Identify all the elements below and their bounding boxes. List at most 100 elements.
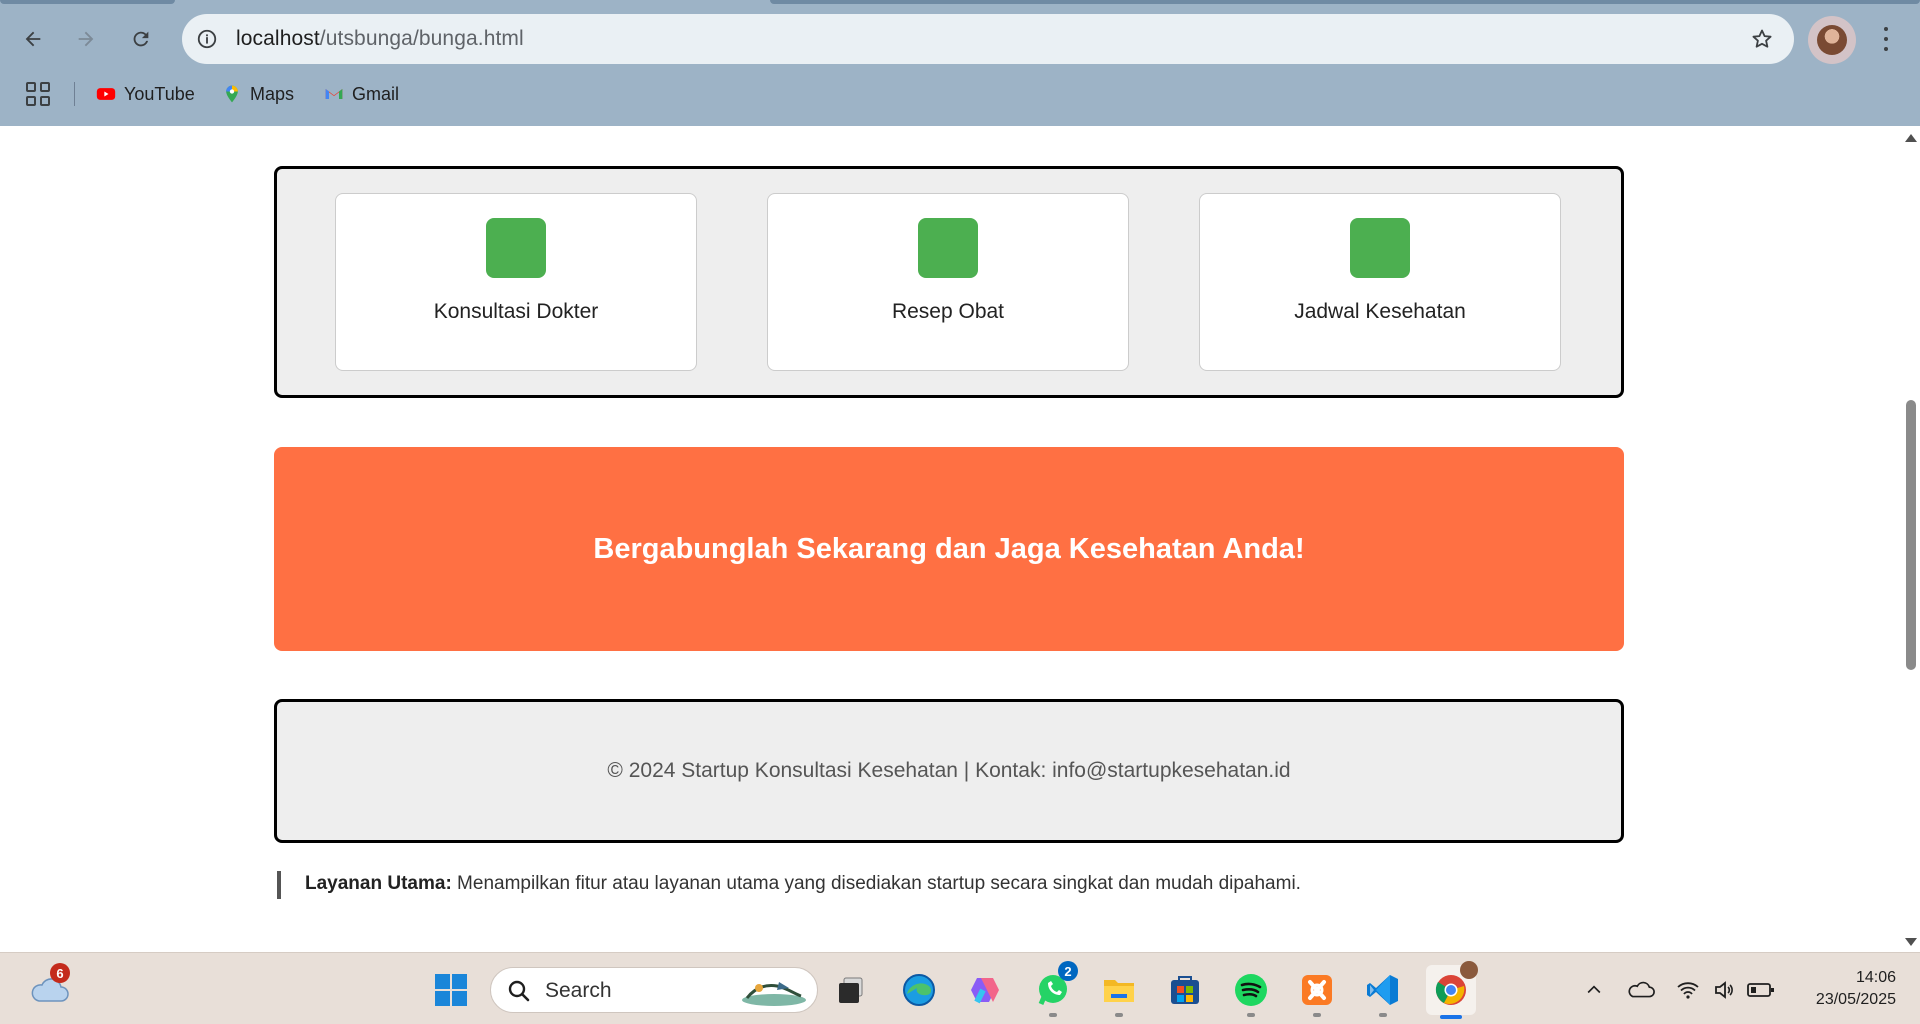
- page-footer: © 2024 Startup Konsultasi Kesehatan | Ko…: [274, 699, 1624, 843]
- start-button[interactable]: [428, 967, 474, 1013]
- taskbar-xampp[interactable]: [1294, 967, 1340, 1017]
- taskbar-spotify[interactable]: [1228, 967, 1274, 1017]
- taskbar-copilot[interactable]: [962, 967, 1008, 1013]
- weather-widget[interactable]: 6: [26, 963, 72, 1013]
- whatsapp-badge: 2: [1058, 961, 1078, 981]
- system-clock[interactable]: 14:06 23/05/2025: [1796, 967, 1896, 1011]
- taskbar-edge[interactable]: [896, 967, 942, 1013]
- forward-button[interactable]: [67, 20, 105, 58]
- page-scrollbar[interactable]: [1902, 126, 1920, 952]
- running-indicator: [1049, 1013, 1057, 1017]
- apps-grid-icon[interactable]: [26, 82, 50, 106]
- task-view-icon: [839, 977, 863, 1003]
- description-note: Layanan Utama: Menampilkan fitur atau la…: [277, 871, 1301, 899]
- call-to-action-banner: Bergabunglah Sekarang dan Jaga Kesehatan…: [274, 447, 1624, 651]
- feature-label: Konsultasi Dokter: [433, 300, 599, 323]
- browser-menu-icon[interactable]: [1874, 24, 1898, 54]
- vscode-icon: [1367, 975, 1398, 1005]
- bookmarks-bar: YouTube Maps Gmail: [0, 78, 1920, 110]
- taskbar-file-explorer[interactable]: [1096, 967, 1142, 1017]
- taskbar-task-view[interactable]: [828, 967, 874, 1013]
- search-icon: [508, 980, 530, 1002]
- windows-start-icon: [435, 974, 467, 1006]
- onedrive-cloud-icon: [1628, 981, 1655, 998]
- scrollbar-thumb[interactable]: [1906, 400, 1916, 670]
- onedrive-tray[interactable]: [1626, 967, 1656, 1013]
- youtube-icon: [96, 84, 116, 104]
- feature-card-jadwal[interactable]: Jadwal Kesehatan: [1199, 193, 1561, 371]
- note-title: Layanan Utama:: [305, 873, 452, 894]
- footer-text: © 2024 Startup Konsultasi Kesehatan | Ko…: [607, 759, 1291, 782]
- feature-card-resep[interactable]: Resep Obat: [767, 193, 1129, 371]
- active-indicator: [1440, 1015, 1462, 1019]
- tab-edge: [0, 0, 175, 4]
- show-hidden-icons[interactable]: [1582, 967, 1606, 1013]
- speaker-icon: [1715, 981, 1733, 999]
- bookmark-star-icon[interactable]: [1750, 27, 1774, 51]
- wifi-tray[interactable]: [1674, 967, 1702, 1013]
- volume-tray[interactable]: [1710, 967, 1738, 1013]
- arrow-right-icon: [78, 31, 94, 47]
- chevron-up-icon: [1587, 985, 1601, 994]
- wifi-icon: [1677, 982, 1699, 999]
- feature-icon: [1350, 218, 1410, 278]
- bookmark-youtube[interactable]: YouTube: [96, 80, 195, 108]
- taskbar-store[interactable]: [1162, 967, 1208, 1013]
- reload-button[interactable]: [122, 20, 160, 58]
- bookmark-label: Gmail: [352, 83, 400, 104]
- avatar-image: [1817, 25, 1847, 55]
- tab-strip: [0, 0, 1920, 6]
- url-host: localhost: [236, 27, 320, 50]
- gmail-icon: [324, 84, 344, 104]
- site-info-icon[interactable]: [194, 26, 220, 52]
- taskbar-chrome[interactable]: [1426, 961, 1478, 1019]
- tab-edge: [770, 0, 1920, 4]
- feature-icon: [486, 218, 546, 278]
- store-icon: [1171, 976, 1199, 1004]
- feature-card-konsultasi[interactable]: Konsultasi Dokter: [335, 193, 697, 371]
- address-bar[interactable]: localhost/utsbunga/bunga.html: [182, 14, 1794, 64]
- feature-label: Jadwal Kesehatan: [1294, 300, 1466, 323]
- cta-text: Bergabunglah Sekarang dan Jaga Kesehatan…: [593, 532, 1305, 565]
- bookmark-maps[interactable]: Maps: [222, 80, 294, 108]
- bookmark-label: Maps: [250, 83, 295, 104]
- running-indicator: [1379, 1013, 1387, 1017]
- copilot-icon: [971, 978, 999, 1004]
- back-button[interactable]: [14, 20, 52, 58]
- scroll-down-icon[interactable]: [1905, 938, 1917, 946]
- arrow-left-icon: [25, 31, 41, 47]
- chrome-profile-badge-icon: [1460, 961, 1478, 979]
- bookmark-label: YouTube: [124, 83, 195, 104]
- clock-date: 23/05/2025: [1815, 991, 1896, 1008]
- battery-icon: [1747, 983, 1774, 997]
- running-indicator: [1313, 1013, 1321, 1017]
- taskbar-search[interactable]: Search: [490, 967, 818, 1013]
- taskbar-whatsapp[interactable]: 2: [1030, 961, 1078, 1017]
- maps-icon: [222, 84, 242, 104]
- running-indicator: [1247, 1013, 1255, 1017]
- clock-time: 14:06: [1855, 969, 1896, 986]
- url-path: /utsbunga/bunga.html: [319, 27, 524, 50]
- bookmarks-separator: [74, 82, 75, 106]
- url-text[interactable]: localhost/utsbunga/bunga.html: [236, 27, 524, 51]
- running-indicator: [1115, 1013, 1123, 1017]
- scroll-up-icon[interactable]: [1905, 134, 1917, 142]
- folder-icon: [1104, 980, 1134, 1002]
- page-viewport: Konsultasi Dokter Resep Obat Jadwal Kese…: [0, 126, 1902, 952]
- edge-icon: [903, 974, 935, 1006]
- xampp-icon: [1302, 975, 1332, 1005]
- taskbar-vscode[interactable]: [1360, 967, 1406, 1017]
- features-section: Konsultasi Dokter Resep Obat Jadwal Kese…: [274, 166, 1624, 398]
- weather-badge: 6: [50, 963, 70, 983]
- feature-label: Resep Obat: [891, 300, 1005, 323]
- browser-chrome: localhost/utsbunga/bunga.html YouTube Ma…: [0, 0, 1920, 126]
- search-placeholder: Search: [545, 979, 612, 1002]
- profile-avatar[interactable]: [1808, 16, 1856, 64]
- bookmark-gmail[interactable]: Gmail: [324, 80, 399, 108]
- search-highlight-icon: [742, 982, 806, 1006]
- feature-icon: [918, 218, 978, 278]
- windows-taskbar: 6 Search 2 14:06 23/05/2025: [0, 952, 1920, 1024]
- reload-icon: [133, 31, 149, 47]
- battery-tray[interactable]: [1746, 967, 1776, 1013]
- note-body: Menampilkan fitur atau layanan utama yan…: [451, 873, 1301, 894]
